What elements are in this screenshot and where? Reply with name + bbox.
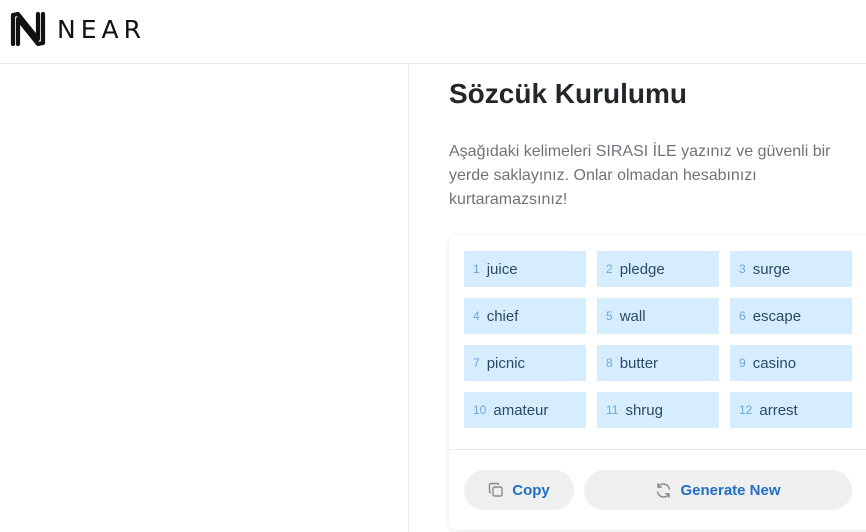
copy-button[interactable]: Copy bbox=[464, 470, 574, 510]
seed-word: 7 picnic bbox=[464, 345, 586, 381]
seed-word: 9 casino bbox=[730, 345, 852, 381]
seed-word-number: 10 bbox=[473, 403, 487, 417]
seed-word-text: surge bbox=[752, 260, 791, 278]
seed-word-number: 9 bbox=[739, 356, 746, 370]
seed-phrase-card: 1 juice 2 pledge 3 surge 4 chief 5 wall 6 esca… bbox=[449, 236, 866, 530]
generate-new-button[interactable]: Generate New bbox=[584, 470, 852, 510]
seed-word-number: 4 bbox=[473, 309, 480, 323]
seed-word-text: chief bbox=[486, 307, 519, 325]
seed-word: 12 arrest bbox=[730, 392, 852, 428]
seed-word-number: 7 bbox=[473, 356, 480, 370]
seed-word-text: picnic bbox=[486, 354, 526, 372]
seed-word: 4 chief bbox=[464, 298, 586, 334]
seed-word-text: butter bbox=[619, 354, 659, 372]
seed-word: 11 shrug bbox=[597, 392, 719, 428]
page-description: Aşağıdaki kelimeleri SIRASI İLE yazınız … bbox=[449, 143, 831, 208]
seed-word: 6 escape bbox=[730, 298, 852, 334]
seed-word-text: juice bbox=[486, 260, 518, 278]
card-divider bbox=[449, 449, 866, 450]
near-logo-icon bbox=[10, 11, 46, 47]
seed-word-text: wall bbox=[619, 307, 646, 325]
seed-word-text: pledge bbox=[619, 260, 665, 278]
seed-word-number: 3 bbox=[739, 262, 746, 276]
seed-word-number: 1 bbox=[473, 262, 480, 276]
seed-word-number: 6 bbox=[739, 309, 746, 323]
panel-divider bbox=[408, 64, 409, 532]
seed-word-text: escape bbox=[752, 307, 802, 325]
page-title: Sözcük Kurulumu bbox=[449, 78, 688, 109]
generate-new-button-label: Generate New bbox=[680, 481, 781, 499]
seed-word-text: shrug bbox=[625, 401, 663, 419]
seed-word-text: casino bbox=[752, 354, 797, 372]
refresh-icon bbox=[655, 482, 672, 499]
seed-word: 8 butter bbox=[597, 345, 719, 381]
seed-word: 3 surge bbox=[730, 251, 852, 287]
seed-word-number: 12 bbox=[739, 403, 753, 417]
seed-word: 10 amateur bbox=[464, 392, 586, 428]
seed-word-number: 11 bbox=[606, 403, 619, 417]
seed-word-text: amateur bbox=[493, 401, 549, 419]
copy-icon bbox=[488, 482, 504, 498]
seed-word-number: 2 bbox=[606, 262, 613, 276]
seed-word: 1 juice bbox=[464, 251, 586, 287]
copy-button-label: Copy bbox=[512, 481, 550, 499]
seed-word: 2 pledge bbox=[597, 251, 719, 287]
logo-text: NEAR bbox=[57, 14, 146, 44]
near-logo[interactable]: NEAR bbox=[10, 11, 146, 47]
seed-phrase-grid: 1 juice 2 pledge 3 surge 4 chief 5 wall 6 esca… bbox=[464, 251, 852, 428]
seed-word-text: arrest bbox=[759, 401, 798, 419]
seed-word: 5 wall bbox=[597, 298, 719, 334]
seed-word-number: 8 bbox=[606, 356, 613, 370]
seed-word-number: 5 bbox=[606, 309, 613, 323]
top-bar: NEAR bbox=[0, 0, 866, 64]
